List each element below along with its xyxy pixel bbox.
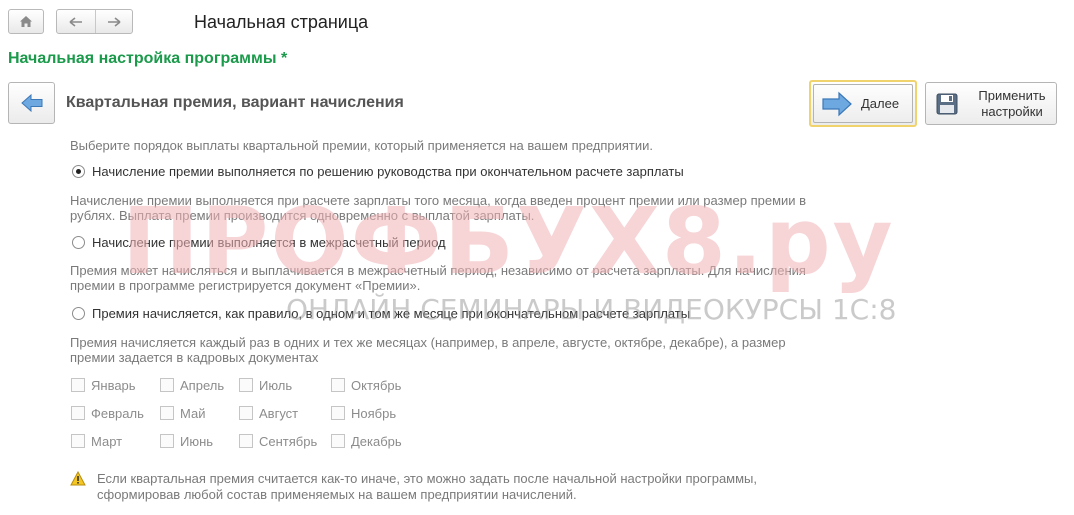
month-checkbox[interactable] (239, 378, 253, 392)
back-nav-button[interactable] (57, 10, 96, 33)
month-checkbox[interactable] (160, 378, 174, 392)
month-checkbox[interactable] (71, 434, 85, 448)
month-label: Ноябрь (351, 406, 397, 421)
watermark-sub: ОНЛАЙН СЕМИНАРЫ И ВИДЕОКУРСЫ 1С:8 (286, 293, 897, 326)
month-label: Октябрь (351, 378, 402, 393)
warning-icon (70, 471, 86, 486)
month-label: Январь (91, 378, 136, 393)
arrow-left-icon (69, 16, 82, 27)
setup-title: Начальная настройка программы * (8, 50, 288, 67)
history-nav (56, 9, 133, 34)
apply-label-line1: Применить (978, 88, 1046, 103)
warning-text-line1: Если квартальная премия считается как-то… (97, 471, 758, 486)
apply-settings-button[interactable]: Применить настройки (925, 82, 1057, 125)
option-radio-1[interactable] (72, 165, 85, 178)
month-label: Май (180, 406, 206, 421)
next-button[interactable]: Далее (809, 80, 917, 127)
home-icon (20, 16, 32, 27)
month-checkbox[interactable] (331, 434, 345, 448)
month-checkbox[interactable] (239, 434, 253, 448)
month-label: Июнь (180, 434, 214, 449)
option-radio-3[interactable] (72, 307, 85, 320)
save-disk-icon (936, 93, 958, 115)
month-label: Август (259, 406, 299, 421)
intro-text: Выберите порядок выплаты квартальной пре… (70, 138, 654, 153)
month-label: Февраль (91, 406, 144, 421)
apply-label-line2: настройки (981, 104, 1043, 119)
month-checkbox[interactable] (331, 406, 345, 420)
next-button-label: Далее (861, 96, 900, 111)
option-desc-3-line2: премии задается в кадровых документах (70, 350, 319, 365)
page-title: Начальная страница (194, 12, 369, 32)
section-title: Квартальная премия, вариант начисления (66, 94, 404, 111)
month-checkbox[interactable] (160, 434, 174, 448)
month-checkbox[interactable] (331, 378, 345, 392)
month-label: Апрель (180, 378, 225, 393)
watermark-main: ПРОФБУХ8.ру (122, 188, 895, 295)
month-label: Июль (259, 378, 293, 393)
option-desc-3-line1: Премия начисляется каждый раз в одних и … (70, 335, 786, 350)
month-checkbox[interactable] (71, 378, 85, 392)
next-arrow-icon (822, 91, 852, 117)
option-label-1[interactable]: Начисление премии выполняется по решению… (92, 164, 684, 180)
month-label: Декабрь (351, 434, 402, 449)
month-label: Сентябрь (259, 434, 318, 449)
back-button[interactable] (8, 82, 55, 124)
back-arrow-icon (20, 93, 42, 113)
arrow-right-icon (107, 16, 120, 27)
month-label: Март (91, 434, 123, 449)
home-button[interactable] (8, 9, 44, 34)
month-checkbox[interactable] (239, 406, 253, 420)
warning-text-line2: сформировав любой состав применяемых на … (97, 487, 577, 502)
month-checkbox[interactable] (160, 406, 174, 420)
apply-settings-label: Применить настройки (970, 88, 1054, 120)
option-radio-2[interactable] (72, 236, 85, 249)
forward-nav-button[interactable] (95, 10, 132, 33)
month-checkbox[interactable] (71, 406, 85, 420)
